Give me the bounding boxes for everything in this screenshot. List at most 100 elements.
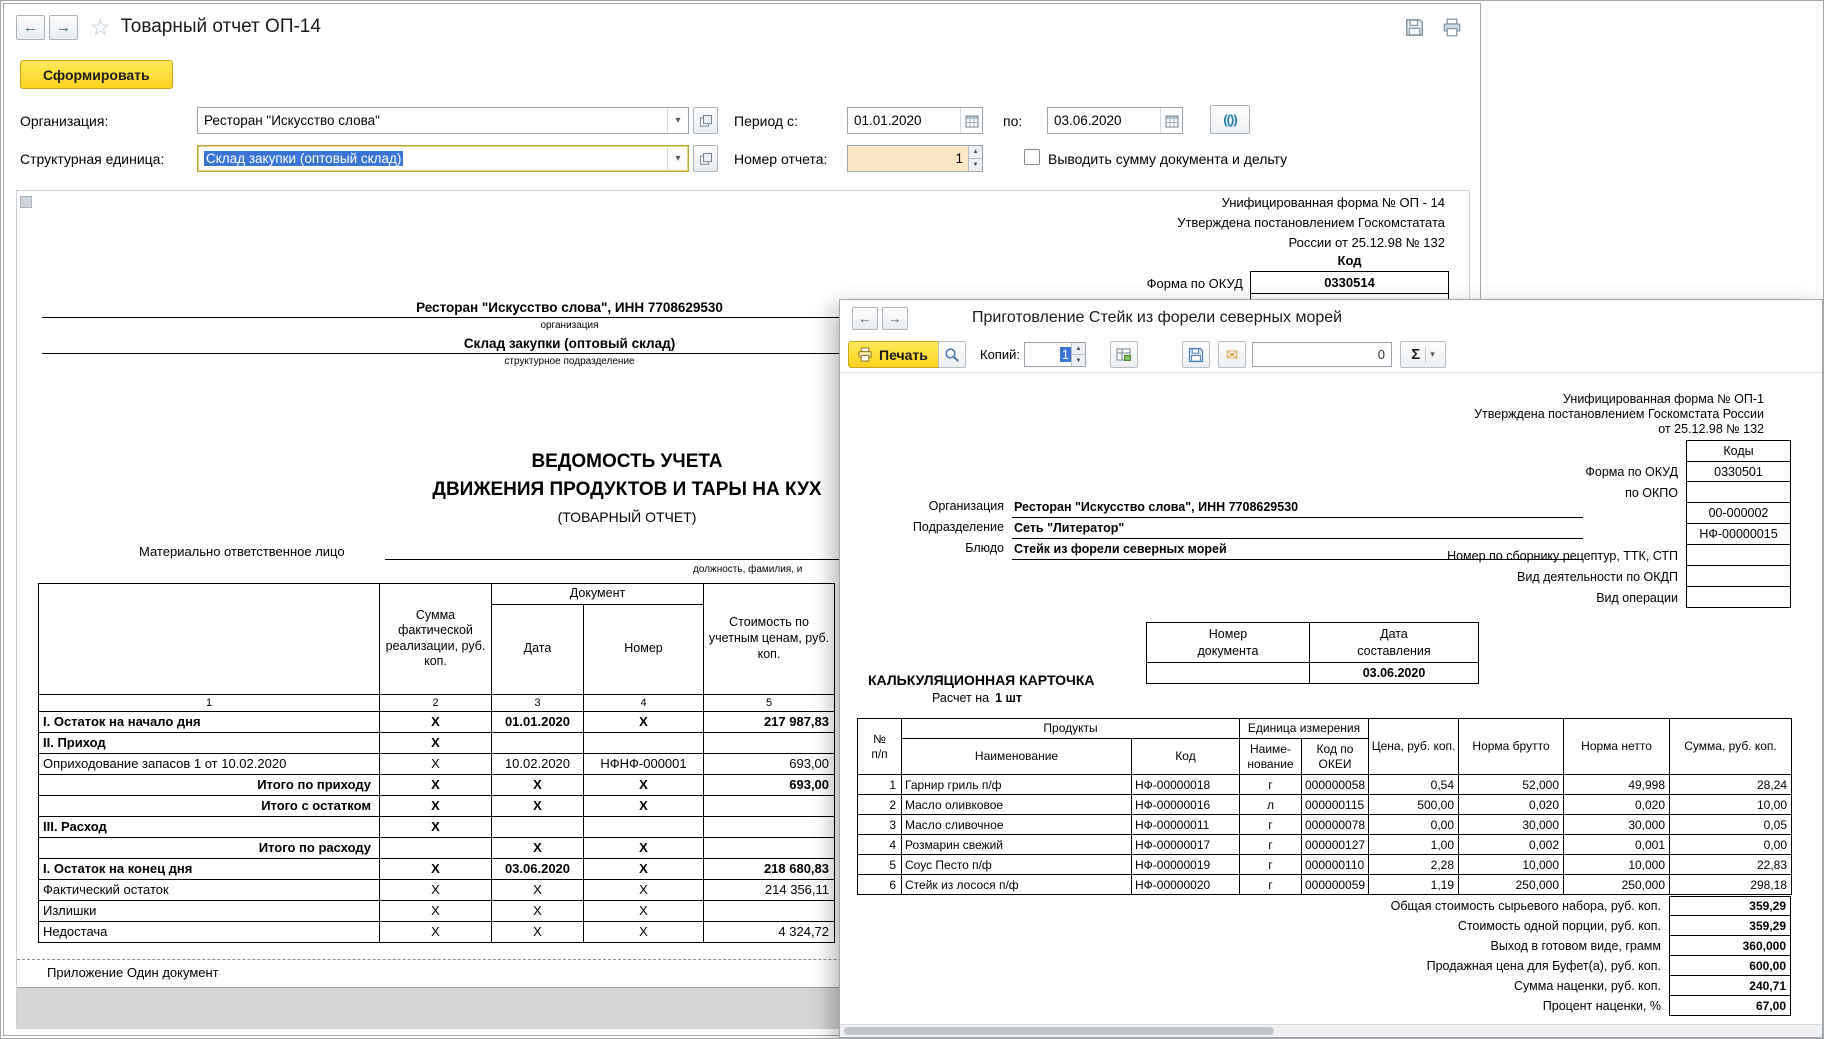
row-cost: [704, 732, 835, 753]
spin-up-icon[interactable]: ▲: [1072, 343, 1085, 355]
product-name: Масло оливковое: [902, 795, 1132, 815]
row-sum: X: [380, 795, 492, 816]
cost-column-header: Стоимость по учетным ценам, руб. коп.: [704, 584, 835, 695]
report-number-field[interactable]: 1 ▲ ▼: [847, 145, 983, 172]
unit-band-header: Единица измерения: [1240, 719, 1369, 739]
report-window-titlebar[interactable]: ← → ☆ Товарный отчет ОП-14: [4, 4, 1480, 50]
op14-table-row[interactable]: Итого по приходу X X X 693,00: [39, 774, 835, 795]
product-row[interactable]: 2 Масло оливковое НФ-00000016 л 00000011…: [858, 795, 1792, 815]
window-actions: [1405, 18, 1468, 37]
price-column-header: Цена, руб. коп.: [1369, 719, 1459, 775]
net-column-header: Норма нетто: [1564, 719, 1670, 775]
copies-label: Копий:: [980, 347, 1020, 362]
product-code: НФ-00000017: [1132, 835, 1240, 855]
op14-table-row[interactable]: Излишки X X X: [39, 900, 835, 921]
unit-open-button[interactable]: [693, 145, 718, 172]
calc-header-row: № п/п Продукты Единица измерения Цена, р…: [858, 719, 1792, 739]
op14-table-row[interactable]: Итого по расходу X X: [39, 837, 835, 858]
product-net: 10,000: [1564, 855, 1670, 875]
email-button[interactable]: ✉: [1218, 341, 1246, 368]
op14-table-row[interactable]: I. Остаток на конец дня X 03.06.2020 X 2…: [39, 858, 835, 879]
row-docnumber: НФНФ-000001: [584, 753, 704, 774]
chevron-down-icon[interactable]: ▾: [667, 108, 688, 133]
save-button[interactable]: [1405, 18, 1424, 37]
scrollbar-thumb[interactable]: [844, 1027, 1274, 1035]
date-column-header: Дата: [492, 604, 584, 694]
product-num: 3: [858, 815, 902, 835]
calendar-icon[interactable]: [1160, 108, 1182, 133]
product-row[interactable]: 3 Масло сливочное НФ-00000011 г 00000007…: [858, 815, 1792, 835]
op14-table-row[interactable]: Итого с остатком X X X: [39, 795, 835, 816]
product-row[interactable]: 5 Соус Песто п/ф НФ-00000019 г 000000110…: [858, 855, 1792, 875]
unit-combo[interactable]: Склад закупки (оптовый склад) ▾: [197, 145, 689, 172]
product-row[interactable]: 6 Стейк из лосося п/ф НФ-00000020 г 0000…: [858, 875, 1792, 895]
row-date: [492, 816, 584, 837]
product-code: НФ-00000020: [1132, 875, 1240, 895]
sum-button[interactable]: Σ ▾: [1400, 341, 1446, 368]
row-cost: [704, 816, 835, 837]
op14-table-row[interactable]: Оприходование запасов 1 от 10.02.2020 X …: [39, 753, 835, 774]
product-sum: 0,00: [1670, 835, 1792, 855]
row-date: X: [492, 921, 584, 942]
calc-table[interactable]: № п/п Продукты Единица измерения Цена, р…: [857, 718, 1792, 895]
show-sum-label[interactable]: Выводить сумму документа и дельту: [1048, 151, 1287, 167]
organization-combo[interactable]: Ресторан "Искусство слова" ▾: [197, 107, 689, 134]
spin-down-icon[interactable]: ▼: [1072, 355, 1085, 366]
copies-field[interactable]: 1 ▲ ▼: [1024, 342, 1086, 367]
back-button[interactable]: ←: [16, 15, 45, 40]
op14-table-row[interactable]: Фактический остаток X X X 214 356,11: [39, 879, 835, 900]
product-code: НФ-00000018: [1132, 775, 1240, 795]
app-canvas: ← → ☆ Товарный отчет ОП-14 Сформировать …: [0, 0, 1824, 1039]
row-sum: X: [380, 921, 492, 942]
grid-settings-icon: [1116, 347, 1132, 363]
organization-open-button[interactable]: [693, 107, 718, 134]
back-button[interactable]: ←: [852, 307, 878, 330]
show-sum-checkbox[interactable]: [1024, 149, 1040, 165]
op14-table-row[interactable]: III. Расход X: [39, 816, 835, 837]
forward-button[interactable]: →: [49, 15, 78, 40]
total-label: Продажная цена для Буфет(а), руб. коп.: [857, 956, 1669, 976]
organization-value: Ресторан "Искусство слова": [198, 108, 667, 133]
preview-button[interactable]: [938, 341, 966, 368]
op14-table[interactable]: Сумма фактической реализации, руб. коп. …: [38, 583, 835, 943]
date-to-field[interactable]: 03.06.2020: [1047, 107, 1183, 134]
calc-card-titlebar[interactable]: ← → Приготовление Стейк из форели северн…: [840, 300, 1822, 336]
horizontal-scrollbar[interactable]: [840, 1024, 1822, 1037]
op14-table-row[interactable]: Недостача X X X 4 324,72: [39, 921, 835, 942]
print-button[interactable]: [1442, 18, 1462, 37]
save-button[interactable]: [1182, 341, 1210, 368]
date-from-field[interactable]: 01.01.2020: [847, 107, 983, 134]
doc-date-header: Дата составления: [1310, 623, 1479, 663]
calendar-icon[interactable]: [960, 108, 982, 133]
forward-button[interactable]: →: [882, 307, 908, 330]
row-date: X: [492, 837, 584, 858]
row-sum: [380, 837, 492, 858]
code-row-value: [1686, 482, 1791, 503]
responsible-caption: должность, фамилия, и: [693, 564, 802, 575]
product-num: 5: [858, 855, 902, 875]
chevron-down-icon[interactable]: ▾: [667, 146, 688, 171]
row-date: X: [492, 900, 584, 921]
op14-table-row[interactable]: I. Остаток на начало дня X 01.01.2020 X …: [39, 711, 835, 732]
generate-button[interactable]: Сформировать: [20, 60, 173, 89]
product-okei: 000000115: [1302, 795, 1369, 815]
org-value: Ресторан "Искусство слова", ИНН 77086295…: [1012, 497, 1583, 518]
page-field[interactable]: 0: [1252, 342, 1392, 367]
total-value: 359,29: [1669, 896, 1791, 916]
page-value: 0: [1378, 347, 1385, 362]
spin-up-icon[interactable]: ▲: [969, 146, 982, 159]
doc-number-value: [1147, 663, 1310, 684]
grid-settings-button[interactable]: [1110, 341, 1138, 368]
row-cost: 693,00: [704, 753, 835, 774]
favorite-star-icon[interactable]: ☆: [90, 14, 111, 41]
op14-table-row[interactable]: II. Приход X: [39, 732, 835, 753]
back-arrow-icon: ←: [859, 311, 872, 326]
period-picker-button[interactable]: (()): [1210, 105, 1250, 134]
product-net: 0,020: [1564, 795, 1670, 815]
spin-down-icon[interactable]: ▼: [969, 159, 982, 171]
product-gross: 52,000: [1459, 775, 1564, 795]
product-row[interactable]: 1 Гарнир гриль п/ф НФ-00000018 г 0000000…: [858, 775, 1792, 795]
calc-per-line: Расчет на1 шт: [932, 691, 1022, 705]
print-button[interactable]: Печать: [848, 341, 941, 368]
product-row[interactable]: 4 Розмарин свежий НФ-00000017 г 00000012…: [858, 835, 1792, 855]
